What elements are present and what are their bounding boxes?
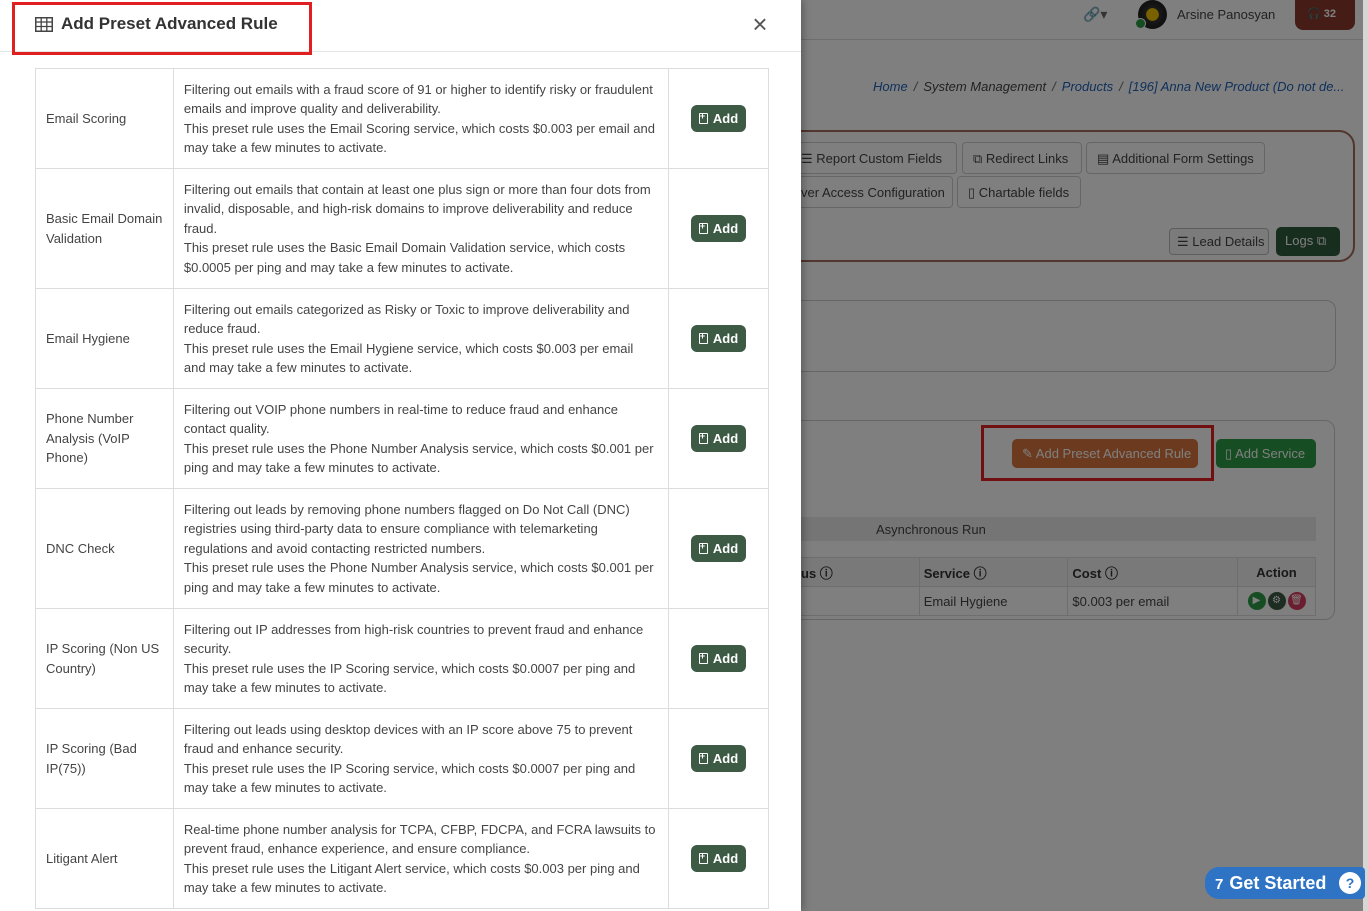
rule-description-text: Filtering out leads using desktop device… <box>183 721 633 757</box>
add-document-icon <box>698 330 708 344</box>
add-document-icon <box>698 650 708 664</box>
add-rule-button[interactable]: Add <box>691 845 747 872</box>
add-document-icon <box>698 750 708 764</box>
rule-cost-text: This preset rule uses the Email Hygiene … <box>183 340 634 376</box>
add-document-icon <box>698 850 708 864</box>
table-row: Email Scoring Filtering out emails with a… <box>35 68 769 169</box>
table-row: Basic Email Domain Validation Filtering o… <box>35 168 769 289</box>
rule-name: Email Scoring <box>35 68 174 169</box>
add-rule-button[interactable]: Add <box>691 325 747 352</box>
rule-description-text: Filtering out emails that contain at lea… <box>183 181 651 236</box>
add-rule-button[interactable]: Add <box>691 535 747 562</box>
add-preset-rule-modal: Add Preset Advanced Rule × Email Scoring… <box>0 0 801 911</box>
rule-name: IP Scoring (Bad IP(75)) <box>35 708 174 809</box>
rule-description-text: Filtering out emails with a fraud score … <box>183 81 653 117</box>
rule-description: Real-time phone number analysis for TCPA… <box>172 808 670 909</box>
get-started-button[interactable]: 7 Get Started ? <box>1205 867 1365 899</box>
rule-cost-text: This preset rule uses the Phone Number A… <box>183 560 654 595</box>
get-started-count: 7 <box>1215 876 1224 893</box>
rule-description: Filtering out emails with a fraud score … <box>172 68 670 169</box>
rule-description: Filtering out IP addresses from high-ris… <box>172 608 670 709</box>
rule-name: Email Hygiene <box>35 288 174 389</box>
highlight-box-title <box>12 2 312 55</box>
rule-cost-text: This preset rule uses the Basic Email Do… <box>183 240 626 275</box>
close-button[interactable]: × <box>749 10 771 38</box>
add-document-icon <box>698 540 708 554</box>
rule-description-text: Filtering out leads by removing phone nu… <box>183 501 630 556</box>
page-scrollbar[interactable] <box>1363 0 1368 911</box>
rule-description-text: Filtering out VOIP phone numbers in real… <box>183 401 618 437</box>
rule-name: Phone Number Analysis (VoIP Phone) <box>35 388 174 489</box>
rule-cost-text: This preset rule uses the Litigant Alert… <box>183 860 640 896</box>
rule-name: IP Scoring (Non US Country) <box>35 608 174 709</box>
add-rule-button[interactable]: Add <box>691 745 747 772</box>
rule-description: Filtering out leads using desktop device… <box>172 708 670 809</box>
add-document-icon <box>698 430 708 444</box>
table-row: DNC Check Filtering out leads by removing… <box>35 488 769 609</box>
rule-description-text: Filtering out emails categorized as Risk… <box>183 301 630 337</box>
table-row: Litigant Alert Real-time phone number ana… <box>35 808 769 909</box>
rule-cost-text: This preset rule uses the IP Scoring ser… <box>183 660 636 696</box>
rule-name: Basic Email Domain Validation <box>35 168 174 289</box>
add-rule-button[interactable]: Add <box>691 425 747 452</box>
add-rule-button[interactable]: Add <box>691 215 747 242</box>
rule-cost-text: This preset rule uses the Phone Number A… <box>183 440 654 476</box>
rule-cost-text: This preset rule uses the IP Scoring ser… <box>183 760 636 796</box>
table-row: Phone Number Analysis (VoIP Phone) Filter… <box>35 388 769 489</box>
rule-description: Filtering out leads by removing phone nu… <box>172 488 670 609</box>
rule-description-text: Filtering out IP addresses from high-ris… <box>183 621 644 657</box>
rule-description: Filtering out VOIP phone numbers in real… <box>172 388 670 489</box>
table-row: Email Hygiene Filtering out emails catego… <box>35 288 769 389</box>
rule-description-text: Real-time phone number analysis for TCPA… <box>183 821 656 857</box>
rule-description: Filtering out emails categorized as Risk… <box>172 288 670 389</box>
rule-cost-text: This preset rule uses the Email Scoring … <box>183 120 655 156</box>
add-document-icon <box>698 220 708 234</box>
preset-rules-table: Email Scoring Filtering out emails with a… <box>35 68 769 909</box>
rule-description: Filtering out emails that contain at lea… <box>172 168 670 289</box>
help-icon[interactable]: ? <box>1339 872 1361 894</box>
rule-name: DNC Check <box>35 488 174 609</box>
rule-name: Litigant Alert <box>35 808 174 909</box>
add-document-icon <box>698 110 708 124</box>
add-rule-button[interactable]: Add <box>691 105 747 132</box>
add-rule-button[interactable]: Add <box>691 645 747 672</box>
table-row: IP Scoring (Bad IP(75)) Filtering out lea… <box>35 708 769 809</box>
table-row: IP Scoring (Non US Country) Filtering out… <box>35 608 769 709</box>
